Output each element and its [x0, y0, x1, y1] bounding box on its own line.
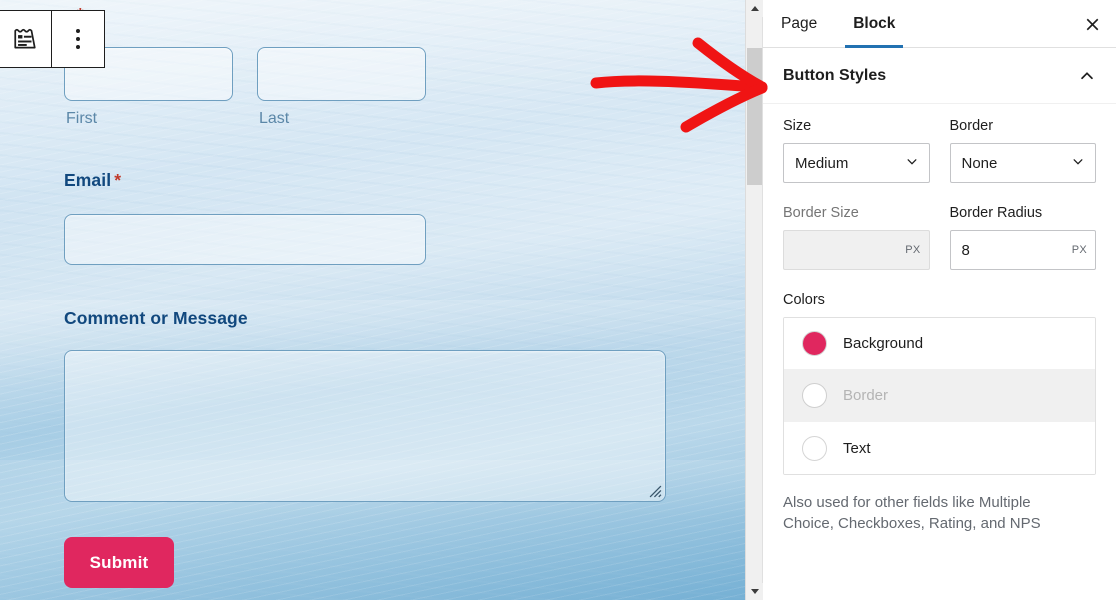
border-radius-label: Border Radius	[949, 205, 1043, 221]
vertical-dots-icon	[76, 29, 80, 49]
tab-block[interactable]: Block	[835, 0, 913, 48]
border-size-input-wrap: PX	[783, 230, 930, 270]
background-color-swatch	[802, 331, 827, 356]
email-input[interactable]	[64, 214, 426, 265]
resize-grip-icon	[649, 485, 662, 498]
color-row-label: Background	[843, 335, 924, 352]
border-select-wrap: None	[949, 143, 1096, 183]
size-label: Size	[783, 118, 812, 134]
scrollbar-thumb[interactable]	[747, 48, 762, 185]
section-title: Button Styles	[783, 66, 887, 84]
size-control: Size Medium	[783, 118, 930, 183]
border-radius-input[interactable]	[949, 230, 1096, 270]
canvas-scrollbar[interactable]	[745, 0, 763, 600]
colors-list: Background Border Text	[783, 317, 1096, 475]
border-size-input	[783, 230, 930, 270]
chevron-up-icon	[1081, 71, 1093, 79]
last-name-input[interactable]	[257, 47, 426, 101]
block-settings-panel: Page Block Button Styles Size Medium Bor…	[762, 0, 1116, 600]
triangle-up-icon	[750, 6, 759, 11]
border-size-control: Border Size PX	[783, 205, 930, 270]
color-row-text[interactable]: Text	[784, 422, 1095, 474]
border-select[interactable]: None	[949, 143, 1096, 183]
colors-helper-text: Also used for other fields like Multiple…	[783, 494, 1041, 533]
color-row-background[interactable]: Background	[784, 318, 1095, 370]
close-icon	[1086, 18, 1098, 30]
scroll-down-button[interactable]	[746, 583, 763, 600]
triangle-down-icon	[750, 589, 759, 594]
color-row-label: Border	[843, 387, 889, 404]
border-color-swatch	[802, 383, 827, 408]
color-row-label: Text	[843, 439, 871, 457]
size-select-wrap: Medium	[783, 143, 930, 183]
text-color-swatch	[802, 435, 827, 461]
block-toolbar[interactable]	[0, 10, 105, 68]
app-root: e* First Last Email* Comment or Message …	[0, 0, 1116, 600]
form-block-icon	[14, 28, 36, 49]
message-field-label: Comment or Message	[64, 308, 248, 328]
close-panel-button[interactable]	[1074, 6, 1110, 42]
message-textarea[interactable]	[64, 350, 666, 502]
scroll-up-button[interactable]	[746, 0, 763, 17]
first-name-sublabel: First	[66, 110, 98, 127]
border-label: Border	[949, 118, 994, 134]
tab-page[interactable]: Page	[763, 0, 835, 47]
submit-button[interactable]: Submit	[64, 537, 174, 588]
email-label-text: Email	[64, 170, 112, 190]
border-size-radius-row: Border Size PX Border Radius PX	[783, 205, 1096, 270]
panel-header: Page Block	[763, 0, 1116, 48]
border-control: Border None	[949, 118, 1096, 183]
editor-canvas: e* First Last Email* Comment or Message …	[0, 0, 745, 600]
border-radius-control: Border Radius PX	[949, 205, 1096, 270]
size-border-row: Size Medium Border None	[783, 118, 1096, 183]
button-styles-section-header[interactable]: Button Styles	[763, 48, 1116, 104]
email-field-label: Email *	[64, 170, 121, 191]
colors-label: Colors	[783, 292, 825, 308]
size-select[interactable]: Medium	[783, 143, 930, 183]
last-name-sublabel: Last	[259, 110, 290, 127]
more-options-button[interactable]	[52, 11, 104, 67]
border-size-label: Border Size	[783, 205, 859, 221]
required-asterisk: *	[114, 170, 122, 190]
button-styles-body: Size Medium Border None Border Size PX B…	[763, 104, 1116, 535]
border-radius-input-wrap: PX	[949, 230, 1096, 270]
form-block-icon-button[interactable]	[0, 11, 51, 67]
color-row-border: Border	[784, 370, 1095, 422]
